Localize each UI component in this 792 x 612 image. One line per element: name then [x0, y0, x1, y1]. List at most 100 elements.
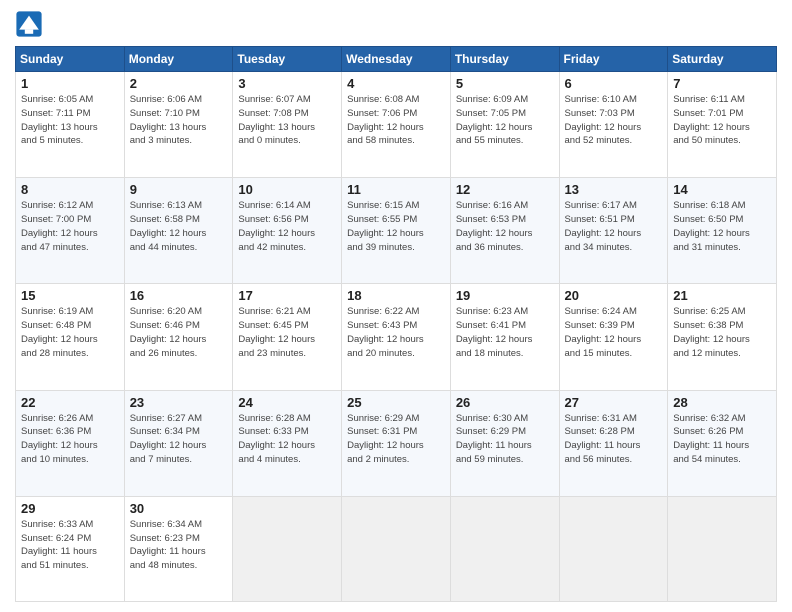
- day-number: 28: [673, 395, 771, 410]
- calendar: SundayMondayTuesdayWednesdayThursdayFrid…: [15, 46, 777, 602]
- day-info: Sunrise: 6:07 AMSunset: 7:08 PMDaylight:…: [238, 93, 336, 148]
- day-number: 30: [130, 501, 228, 516]
- day-info: Sunrise: 6:27 AMSunset: 6:34 PMDaylight:…: [130, 412, 228, 467]
- day-info: Sunrise: 6:17 AMSunset: 6:51 PMDaylight:…: [565, 199, 663, 254]
- day-number: 19: [456, 288, 554, 303]
- day-info: Sunrise: 6:34 AMSunset: 6:23 PMDaylight:…: [130, 518, 228, 573]
- day-number: 27: [565, 395, 663, 410]
- day-number: 24: [238, 395, 336, 410]
- calendar-cell: 22 Sunrise: 6:26 AMSunset: 6:36 PMDayligh…: [16, 390, 125, 496]
- day-info: Sunrise: 6:29 AMSunset: 6:31 PMDaylight:…: [347, 412, 445, 467]
- day-info: Sunrise: 6:26 AMSunset: 6:36 PMDaylight:…: [21, 412, 119, 467]
- calendar-week-4: 22 Sunrise: 6:26 AMSunset: 6:36 PMDayligh…: [16, 390, 777, 496]
- calendar-cell: 20 Sunrise: 6:24 AMSunset: 6:39 PMDayligh…: [559, 284, 668, 390]
- calendar-cell: 12 Sunrise: 6:16 AMSunset: 6:53 PMDayligh…: [450, 178, 559, 284]
- day-info: Sunrise: 6:05 AMSunset: 7:11 PMDaylight:…: [21, 93, 119, 148]
- day-number: 7: [673, 76, 771, 91]
- calendar-cell: 3 Sunrise: 6:07 AMSunset: 7:08 PMDaylight…: [233, 72, 342, 178]
- calendar-cell: 1 Sunrise: 6:05 AMSunset: 7:11 PMDaylight…: [16, 72, 125, 178]
- calendar-cell: 11 Sunrise: 6:15 AMSunset: 6:55 PMDayligh…: [342, 178, 451, 284]
- day-number: 26: [456, 395, 554, 410]
- day-info: Sunrise: 6:22 AMSunset: 6:43 PMDaylight:…: [347, 305, 445, 360]
- day-info: Sunrise: 6:23 AMSunset: 6:41 PMDaylight:…: [456, 305, 554, 360]
- day-info: Sunrise: 6:24 AMSunset: 6:39 PMDaylight:…: [565, 305, 663, 360]
- calendar-cell: 30 Sunrise: 6:34 AMSunset: 6:23 PMDayligh…: [124, 496, 233, 601]
- calendar-cell: [233, 496, 342, 601]
- day-info: Sunrise: 6:06 AMSunset: 7:10 PMDaylight:…: [130, 93, 228, 148]
- calendar-cell: 23Sunrise: 6:27 AMSunset: 6:34 PMDayligh…: [124, 390, 233, 496]
- day-number: 13: [565, 182, 663, 197]
- day-number: 16: [130, 288, 228, 303]
- day-info: Sunrise: 6:21 AMSunset: 6:45 PMDaylight:…: [238, 305, 336, 360]
- day-info: Sunrise: 6:09 AMSunset: 7:05 PMDaylight:…: [456, 93, 554, 148]
- day-number: 3: [238, 76, 336, 91]
- day-number: 1: [21, 76, 119, 91]
- day-number: 4: [347, 76, 445, 91]
- calendar-header-row: SundayMondayTuesdayWednesdayThursdayFrid…: [16, 47, 777, 72]
- day-info: Sunrise: 6:12 AMSunset: 7:00 PMDaylight:…: [21, 199, 119, 254]
- day-info: Sunrise: 6:19 AMSunset: 6:48 PMDaylight:…: [21, 305, 119, 360]
- day-info: Sunrise: 6:13 AMSunset: 6:58 PMDaylight:…: [130, 199, 228, 254]
- day-number: 12: [456, 182, 554, 197]
- calendar-cell: 14 Sunrise: 6:18 AMSunset: 6:50 PMDayligh…: [668, 178, 777, 284]
- day-number: 29: [21, 501, 119, 516]
- day-number: 11: [347, 182, 445, 197]
- calendar-cell: 5 Sunrise: 6:09 AMSunset: 7:05 PMDaylight…: [450, 72, 559, 178]
- day-info: Sunrise: 6:18 AMSunset: 6:50 PMDaylight:…: [673, 199, 771, 254]
- calendar-cell: 24 Sunrise: 6:28 AMSunset: 6:33 PMDayligh…: [233, 390, 342, 496]
- calendar-cell: 8 Sunrise: 6:12 AMSunset: 7:00 PMDaylight…: [16, 178, 125, 284]
- day-number: 9: [130, 182, 228, 197]
- calendar-cell: 9 Sunrise: 6:13 AMSunset: 6:58 PMDaylight…: [124, 178, 233, 284]
- calendar-cell: 4 Sunrise: 6:08 AMSunset: 7:06 PMDaylight…: [342, 72, 451, 178]
- calendar-week-2: 8 Sunrise: 6:12 AMSunset: 7:00 PMDaylight…: [16, 178, 777, 284]
- day-number: 17: [238, 288, 336, 303]
- day-info: Sunrise: 6:32 AMSunset: 6:26 PMDaylight:…: [673, 412, 771, 467]
- weekday-header-saturday: Saturday: [668, 47, 777, 72]
- weekday-header-tuesday: Tuesday: [233, 47, 342, 72]
- logo: [15, 10, 47, 38]
- calendar-week-1: 1 Sunrise: 6:05 AMSunset: 7:11 PMDaylight…: [16, 72, 777, 178]
- calendar-cell: 13 Sunrise: 6:17 AMSunset: 6:51 PMDayligh…: [559, 178, 668, 284]
- day-info: Sunrise: 6:11 AMSunset: 7:01 PMDaylight:…: [673, 93, 771, 148]
- day-info: Sunrise: 6:20 AMSunset: 6:46 PMDaylight:…: [130, 305, 228, 360]
- calendar-cell: [450, 496, 559, 601]
- day-info: Sunrise: 6:08 AMSunset: 7:06 PMDaylight:…: [347, 93, 445, 148]
- calendar-cell: 6 Sunrise: 6:10 AMSunset: 7:03 PMDaylight…: [559, 72, 668, 178]
- day-info: Sunrise: 6:15 AMSunset: 6:55 PMDaylight:…: [347, 199, 445, 254]
- logo-icon: [15, 10, 43, 38]
- calendar-week-3: 15Sunrise: 6:19 AMSunset: 6:48 PMDayligh…: [16, 284, 777, 390]
- day-info: Sunrise: 6:30 AMSunset: 6:29 PMDaylight:…: [456, 412, 554, 467]
- calendar-cell: 2 Sunrise: 6:06 AMSunset: 7:10 PMDaylight…: [124, 72, 233, 178]
- day-info: Sunrise: 6:16 AMSunset: 6:53 PMDaylight:…: [456, 199, 554, 254]
- day-number: 22: [21, 395, 119, 410]
- calendar-cell: 7 Sunrise: 6:11 AMSunset: 7:01 PMDaylight…: [668, 72, 777, 178]
- day-info: Sunrise: 6:14 AMSunset: 6:56 PMDaylight:…: [238, 199, 336, 254]
- day-number: 2: [130, 76, 228, 91]
- weekday-header-wednesday: Wednesday: [342, 47, 451, 72]
- calendar-cell: 17 Sunrise: 6:21 AMSunset: 6:45 PMDayligh…: [233, 284, 342, 390]
- calendar-cell: 21Sunrise: 6:25 AMSunset: 6:38 PMDayligh…: [668, 284, 777, 390]
- day-info: Sunrise: 6:31 AMSunset: 6:28 PMDaylight:…: [565, 412, 663, 467]
- calendar-cell: 15Sunrise: 6:19 AMSunset: 6:48 PMDayligh…: [16, 284, 125, 390]
- day-number: 14: [673, 182, 771, 197]
- weekday-header-thursday: Thursday: [450, 47, 559, 72]
- calendar-cell: 25Sunrise: 6:29 AMSunset: 6:31 PMDayligh…: [342, 390, 451, 496]
- day-number: 5: [456, 76, 554, 91]
- day-info: Sunrise: 6:10 AMSunset: 7:03 PMDaylight:…: [565, 93, 663, 148]
- calendar-cell: 16 Sunrise: 6:20 AMSunset: 6:46 PMDayligh…: [124, 284, 233, 390]
- day-number: 6: [565, 76, 663, 91]
- day-info: Sunrise: 6:28 AMSunset: 6:33 PMDaylight:…: [238, 412, 336, 467]
- day-number: 8: [21, 182, 119, 197]
- day-number: 10: [238, 182, 336, 197]
- calendar-cell: 27 Sunrise: 6:31 AMSunset: 6:28 PMDayligh…: [559, 390, 668, 496]
- weekday-header-friday: Friday: [559, 47, 668, 72]
- day-number: 18: [347, 288, 445, 303]
- page: SundayMondayTuesdayWednesdayThursdayFrid…: [0, 0, 792, 612]
- calendar-cell: [342, 496, 451, 601]
- calendar-cell: 26 Sunrise: 6:30 AMSunset: 6:29 PMDayligh…: [450, 390, 559, 496]
- calendar-week-5: 29Sunrise: 6:33 AMSunset: 6:24 PMDayligh…: [16, 496, 777, 601]
- calendar-cell: [559, 496, 668, 601]
- calendar-cell: 10 Sunrise: 6:14 AMSunset: 6:56 PMDayligh…: [233, 178, 342, 284]
- day-number: 20: [565, 288, 663, 303]
- calendar-cell: 18 Sunrise: 6:22 AMSunset: 6:43 PMDayligh…: [342, 284, 451, 390]
